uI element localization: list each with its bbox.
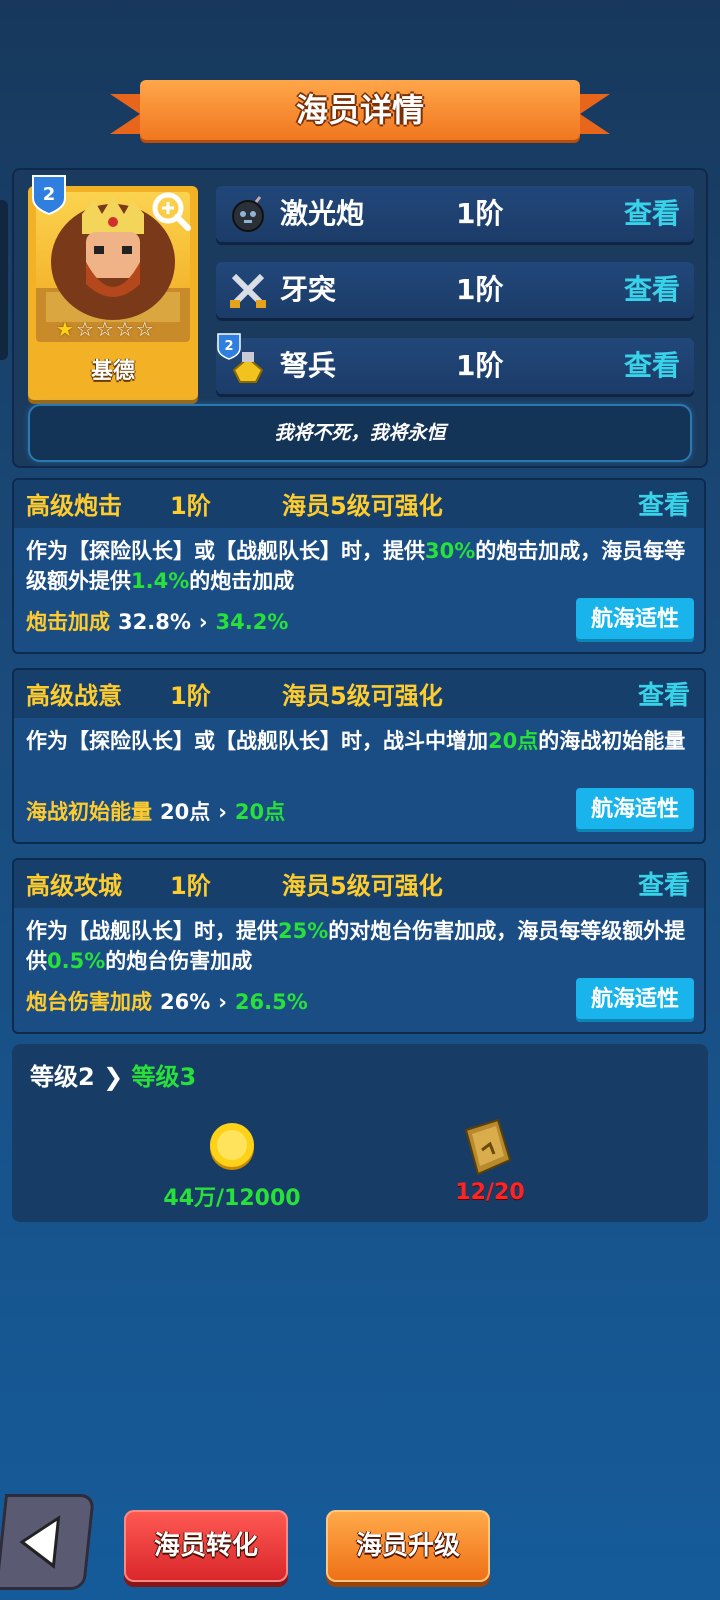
svg-text:2: 2: [224, 339, 233, 354]
trait-name: 高级战意: [26, 682, 122, 710]
trait-stat: 炮击加成 32.8% › 34.2%: [26, 610, 289, 634]
star-rating: ★ ☆ ☆ ☆ ☆: [56, 318, 172, 340]
trait-card: 高级炮击 1阶 海员5级可强化 查看 作为【探险队长】或【战舰队长】时，提供30…: [12, 478, 706, 654]
arrow-right-icon: ›: [218, 800, 227, 824]
svg-text:2: 2: [43, 184, 56, 205]
trait-stat: 海战初始能量 20点 › 20点: [26, 800, 286, 824]
sailing-aptitude-button[interactable]: 航海适性: [576, 598, 694, 642]
trait-card: 高级攻城 1阶 海员5级可强化 查看 作为【战舰队长】时，提供25%的对炮台伤害…: [12, 858, 706, 1034]
trait-description: 作为【探险队长】或【战舰队长】时，战斗中增加20点的海战初始能量: [26, 729, 686, 753]
skill-view-button[interactable]: 查看: [624, 338, 680, 394]
title-banner: 海员详情: [110, 80, 610, 146]
trait-stat: 炮台伤害加成 26% › 26.5%: [26, 990, 308, 1014]
hero-name: 基德: [90, 359, 135, 384]
skill-view-button[interactable]: 查看: [624, 186, 680, 242]
page-title: 海员详情: [295, 91, 424, 129]
skill-name: 激光炮: [280, 197, 365, 230]
trait-level: 1阶: [170, 682, 211, 710]
trait-level: 1阶: [170, 872, 211, 900]
trait-name: 高级攻城: [26, 872, 122, 900]
trait-view-button[interactable]: 查看: [638, 860, 690, 912]
trait-condition: 海员5级可强化: [282, 492, 443, 520]
star-icon: ☆: [135, 317, 154, 341]
back-arrow-icon: [19, 1515, 61, 1569]
trait-condition: 海员5级可强化: [282, 682, 443, 710]
level-transition: 等级2 ❯ 等级3: [30, 1063, 197, 1091]
sailing-aptitude-button[interactable]: 航海适性: [576, 788, 694, 832]
skill-row[interactable]: 2 弩兵 1阶 查看: [216, 333, 694, 394]
trait-level: 1阶: [170, 492, 211, 520]
zoom-icon[interactable]: [150, 190, 192, 232]
gold-coin-icon: [206, 1120, 258, 1172]
star-icon: ☆: [115, 317, 134, 341]
star-icon: ☆: [95, 317, 114, 341]
skill-row[interactable]: 激光炮 1阶 查看: [216, 186, 694, 242]
skill-level: 1阶: [456, 349, 504, 382]
skill-badge-icon: 2: [216, 332, 242, 360]
rank-badge-icon: 2: [30, 172, 68, 216]
skill-name: 弩兵: [280, 349, 337, 382]
star-icon: ☆: [75, 317, 94, 341]
arrow-right-icon: ›: [218, 990, 227, 1014]
star-icon: ★: [56, 317, 74, 341]
crossed-swords-icon: [228, 270, 268, 310]
sailing-aptitude-button[interactable]: 航海适性: [576, 978, 694, 1022]
convert-crew-button[interactable]: 海员转化: [124, 1510, 288, 1582]
trait-view-button[interactable]: 查看: [638, 670, 690, 722]
skill-level: 1阶: [456, 273, 504, 306]
skill-name: 牙突: [280, 273, 337, 306]
trait-view-button[interactable]: 查看: [638, 480, 690, 532]
skill-view-button[interactable]: 查看: [624, 262, 680, 318]
upgrade-crew-button[interactable]: 海员升级: [326, 1510, 490, 1582]
skill-level: 1阶: [456, 197, 504, 230]
chevron-right-icon: ❯: [103, 1063, 124, 1091]
book-cost: 12/20: [455, 1180, 525, 1205]
side-edge: [0, 200, 8, 360]
trait-name: 高级炮击: [26, 492, 122, 520]
trait-condition: 海员5级可强化: [282, 872, 443, 900]
arrow-right-icon: ›: [198, 610, 208, 634]
skill-row[interactable]: 牙突 1阶 查看: [216, 262, 694, 318]
bomb-icon: [228, 194, 268, 234]
trait-description: 作为【探险队长】或【战舰队长】时，提供30%的炮击加成，海员每等级额外提供1.4…: [26, 539, 686, 593]
hero-motto: 我将不死，我将永恒: [30, 406, 690, 460]
skill-book-icon: [458, 1116, 516, 1178]
trait-description: 作为【战舰队长】时，提供25%的对炮台伤害加成，海员每等级额外提供0.5%的炮台…: [26, 919, 686, 973]
back-button[interactable]: [0, 1494, 96, 1590]
coin-cost: 44万/12000: [163, 1186, 301, 1211]
trait-card: 高级战意 1阶 海员5级可强化 查看 作为【探险队长】或【战舰队长】时，战斗中增…: [12, 668, 706, 844]
